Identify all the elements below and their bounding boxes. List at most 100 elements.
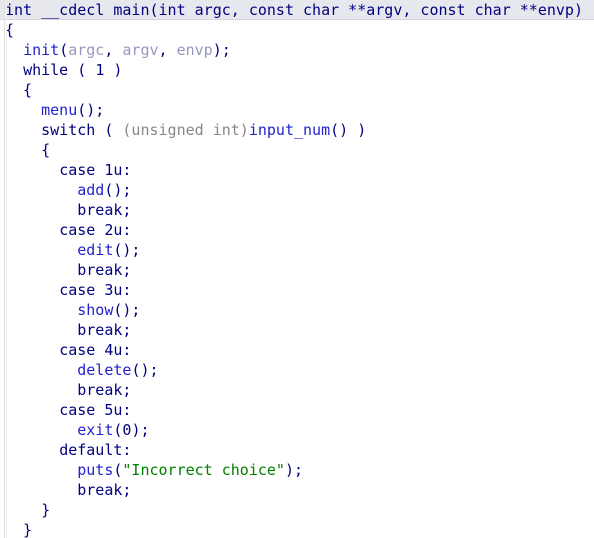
code-token-punct: :	[122, 161, 132, 179]
code-token-kw: case	[59, 221, 96, 239]
code-line[interactable]: {	[0, 20, 594, 40]
code-line[interactable]: int __cdecl main(int argc, const char **…	[0, 0, 594, 20]
code-line[interactable]: {	[0, 140, 594, 160]
code-token-punct: ();	[104, 181, 132, 199]
code-line[interactable]: show();	[0, 300, 594, 320]
code-token-kw: break	[77, 481, 123, 499]
code-token-func: exit	[77, 421, 114, 439]
code-line[interactable]: case 3u:	[0, 280, 594, 300]
code-token-kw: case	[59, 401, 96, 419]
code-line[interactable]: add();	[0, 180, 594, 200]
code-token-kw: case	[59, 281, 96, 299]
code-token-punct: :	[122, 401, 132, 419]
code-token-punct: :	[122, 341, 132, 359]
code-line[interactable]: init(argc, argv, envp);	[0, 40, 594, 60]
code-line[interactable]: break;	[0, 260, 594, 280]
code-line[interactable]: {	[0, 80, 594, 100]
code-token-num: 2u	[104, 221, 123, 239]
code-line[interactable]: break;	[0, 380, 594, 400]
code-token-num: 1	[95, 61, 105, 79]
code-token-func: add	[77, 181, 105, 199]
code-line[interactable]: puts("Incorrect choice");	[0, 460, 594, 480]
code-token-arg: argc	[68, 41, 105, 59]
code-token-punct: ,	[104, 41, 123, 59]
code-line[interactable]: case 1u:	[0, 160, 594, 180]
code-token-func: edit	[77, 241, 114, 259]
code-token-punct: );	[284, 461, 304, 479]
code-line[interactable]: delete();	[0, 360, 594, 380]
code-token-punct: ;	[122, 261, 132, 279]
code-token-punct: );	[212, 41, 231, 59]
code-line-list[interactable]: int __cdecl main(int argc, const char **…	[0, 0, 594, 538]
code-token-punct: ();	[131, 361, 159, 379]
code-token-punct: (	[68, 61, 96, 79]
code-token-punct: :	[122, 221, 132, 239]
code-line[interactable]: break;	[0, 200, 594, 220]
code-line[interactable]: while ( 1 )	[0, 60, 594, 80]
code-line[interactable]: case 4u:	[0, 340, 594, 360]
code-token-arg: argv	[122, 41, 159, 59]
code-token-kw: default	[59, 441, 123, 459]
code-token-func: input_num	[248, 121, 331, 139]
code-token-func: show	[77, 301, 114, 319]
code-line[interactable]: switch ( (unsigned int)input_num() )	[0, 120, 594, 140]
code-line[interactable]: default:	[0, 440, 594, 460]
code-line[interactable]: break;	[0, 480, 594, 500]
code-line[interactable]: break;	[0, 320, 594, 340]
code-token-punct: ();	[113, 301, 141, 319]
code-token-num: 3u	[104, 281, 123, 299]
code-token-brace: {	[5, 81, 33, 99]
code-token-punct: :	[122, 441, 132, 459]
code-token-arg: envp	[176, 41, 213, 59]
code-token-kw: while	[23, 61, 69, 79]
code-token-kw: switch	[41, 121, 96, 139]
code-token-brace: }	[5, 501, 51, 519]
code-token-punct: ;	[122, 321, 132, 339]
code-line[interactable]: case 2u:	[0, 220, 594, 240]
code-line[interactable]: exit(0);	[0, 420, 594, 440]
code-line[interactable]: }	[0, 520, 594, 538]
code-token-punct: ;	[122, 201, 132, 219]
code-token-kw: case	[59, 161, 96, 179]
code-line[interactable]: edit();	[0, 240, 594, 260]
code-token-kw: break	[77, 381, 123, 399]
code-line[interactable]: case 5u:	[0, 400, 594, 420]
code-token-num: 1u	[104, 161, 123, 179]
code-token-punct: ,	[158, 41, 177, 59]
code-line[interactable]: menu();	[0, 100, 594, 120]
code-token-func: menu	[41, 101, 78, 119]
code-token-punct: (	[95, 121, 123, 139]
code-token-func: delete	[77, 361, 132, 379]
code-token-num: 5u	[104, 401, 123, 419]
pseudocode-view[interactable]: int __cdecl main(int argc, const char **…	[0, 0, 594, 538]
code-token-punct: ();	[77, 101, 105, 119]
code-token-punct: ();	[113, 241, 141, 259]
code-token-kw: break	[77, 321, 123, 339]
code-token-func: puts	[77, 461, 114, 479]
code-token-kw: break	[77, 261, 123, 279]
code-token-brace: {	[5, 21, 15, 39]
code-line[interactable]: }	[0, 500, 594, 520]
code-token-punct: (	[59, 41, 69, 59]
